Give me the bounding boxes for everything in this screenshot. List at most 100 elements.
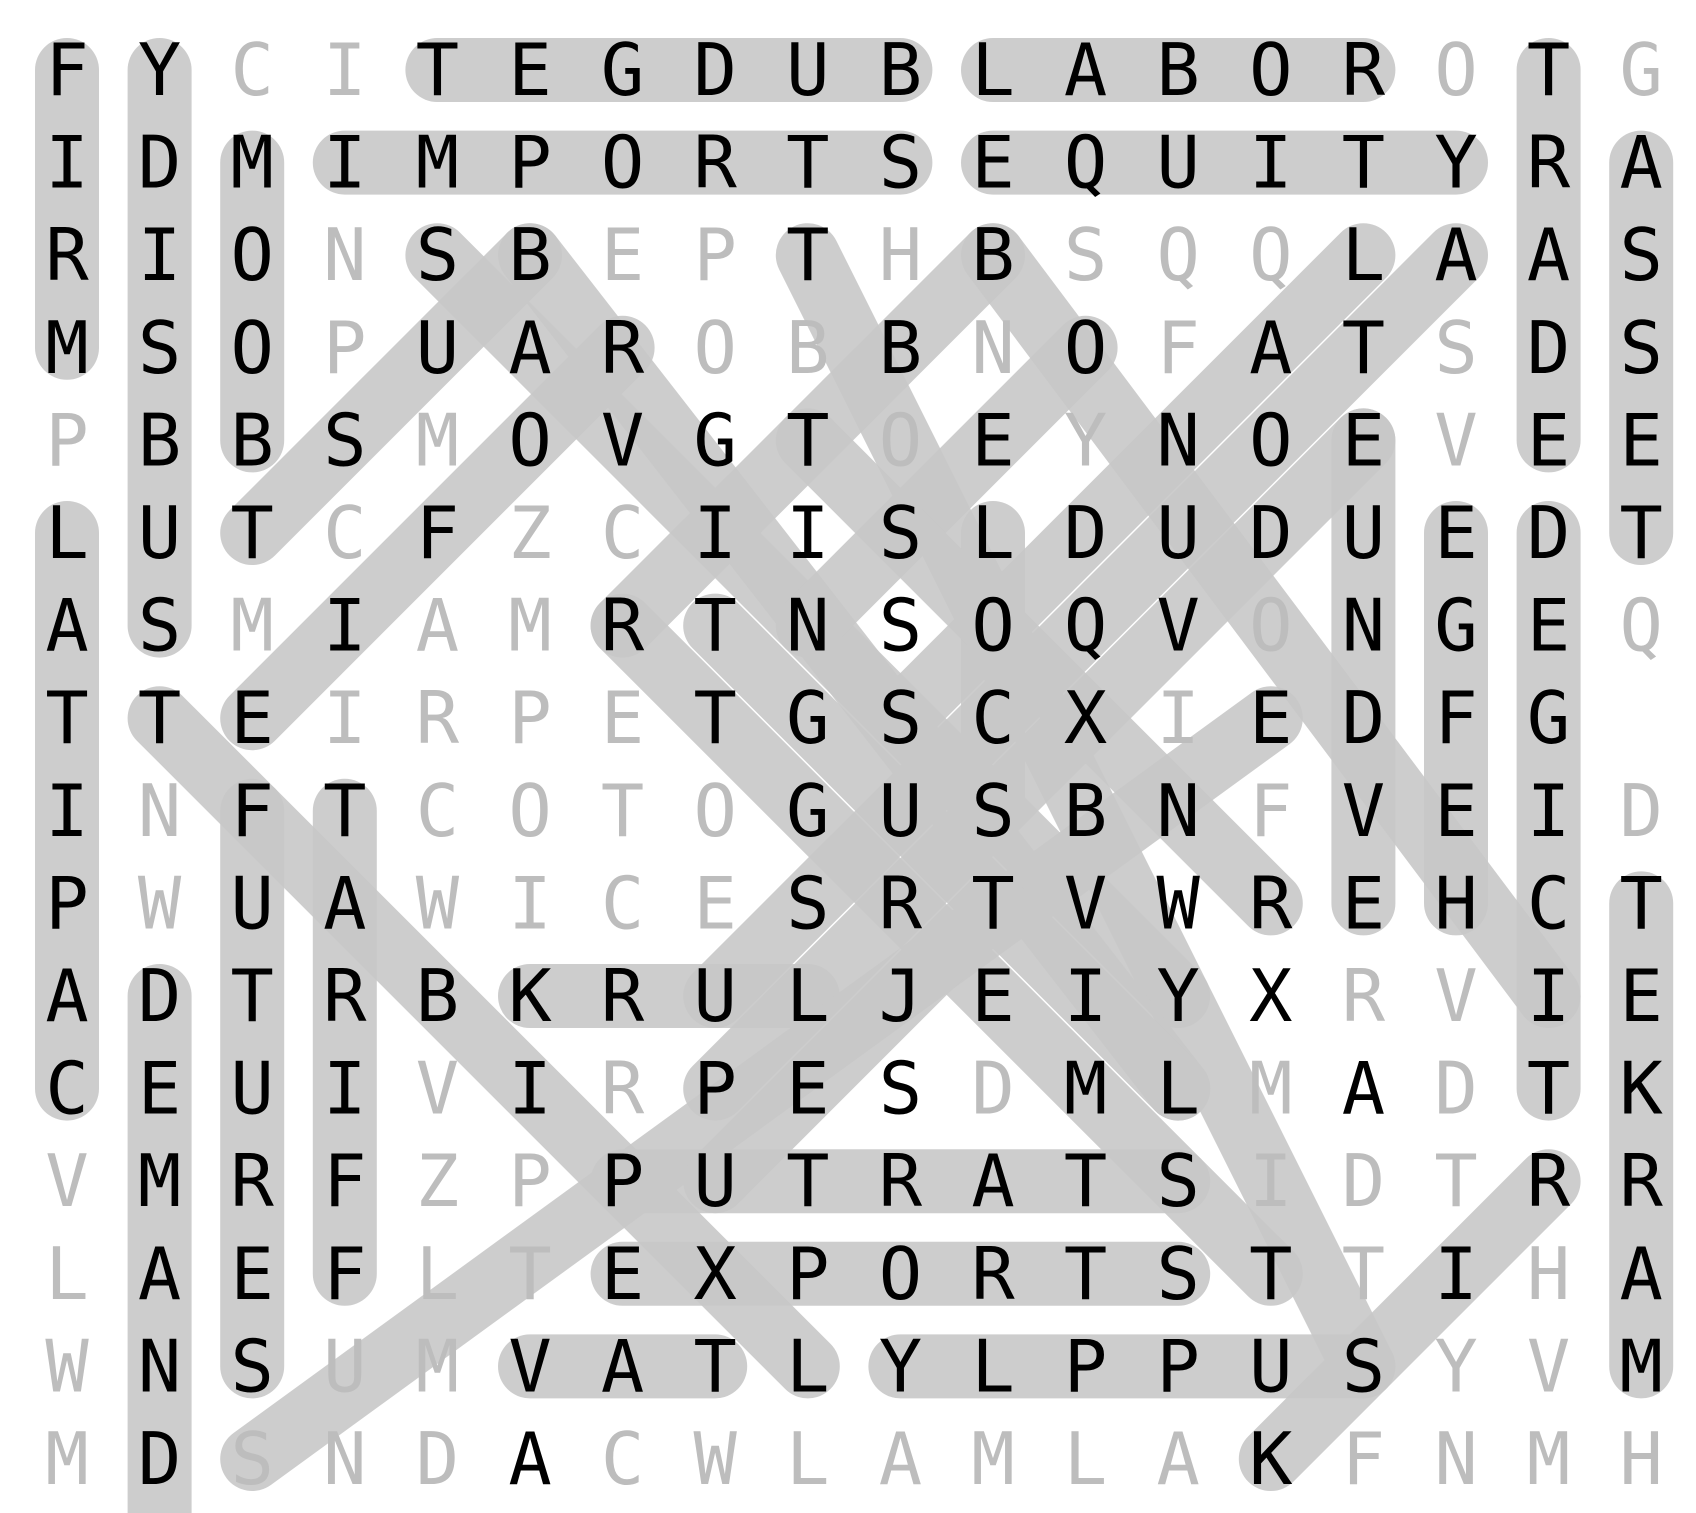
grid-letter: E — [601, 1232, 644, 1316]
grid-letter: L — [786, 1324, 829, 1408]
grid-letter: Y — [1157, 954, 1200, 1038]
grid-letter: E — [971, 121, 1014, 205]
grid-letter: Y — [138, 28, 181, 112]
grid-letter: R — [1527, 1139, 1571, 1223]
grid-letter: P — [508, 121, 551, 205]
grid-letter: O — [231, 213, 274, 297]
grid-letter: F — [45, 28, 88, 112]
grid-letter: C — [601, 861, 644, 945]
grid-letter: C — [601, 491, 644, 575]
grid-letter: M — [231, 121, 274, 205]
grid-letter: W — [45, 1324, 89, 1408]
grid-letter: H — [1434, 861, 1477, 945]
grid-letter: T — [323, 769, 366, 853]
grid-letter: I — [323, 1047, 366, 1131]
grid-letter: T — [1620, 861, 1663, 945]
grid-letter: A — [971, 1139, 1014, 1223]
grid-letter: N — [323, 1417, 366, 1501]
grid-letter: U — [879, 769, 922, 853]
grid-letter: R — [1620, 1139, 1664, 1223]
grid-letter: A — [508, 306, 551, 390]
grid-letter: T — [231, 954, 274, 1038]
grid-letter: P — [323, 306, 366, 390]
grid-letter: A — [601, 1324, 644, 1408]
grid-letter: E — [1620, 954, 1663, 1038]
grid-letter: C — [971, 676, 1014, 760]
grid-letter: P — [694, 213, 737, 297]
grid-letter: M — [231, 584, 274, 668]
grid-letter: G — [1620, 28, 1663, 112]
grid-letter: R — [1342, 28, 1386, 112]
grid-letter: P — [1064, 1324, 1107, 1408]
grid-letter: N — [1157, 769, 1200, 853]
grid-letter: M — [416, 121, 459, 205]
grid-letter: T — [786, 1139, 829, 1223]
grid-letter: M — [508, 584, 551, 668]
grid-letter: S — [416, 213, 459, 297]
grid-letter: D — [1342, 676, 1385, 760]
grid-letter: R — [601, 306, 645, 390]
grid-letter: E — [1342, 398, 1385, 482]
grid-letter: T — [601, 769, 644, 853]
grid-letter: S — [138, 306, 181, 390]
grid-letter: O — [694, 306, 737, 390]
grid-letter: G — [1434, 584, 1477, 668]
grid-letter: O — [1434, 28, 1477, 112]
grid-letter: L — [1342, 213, 1385, 297]
grid-letter: T — [1527, 28, 1570, 112]
grid-letter: B — [508, 213, 551, 297]
grid-letter: G — [694, 398, 737, 482]
grid-letter: A — [1620, 1232, 1663, 1316]
grid-letter: W — [1157, 861, 1201, 945]
grid-letter: U — [231, 1047, 274, 1131]
grid-letter: M — [1064, 1047, 1107, 1131]
grid-letter: E — [601, 676, 644, 760]
grid-letter: T — [231, 491, 274, 575]
grid-letter: T — [508, 1232, 551, 1316]
grid-letter: P — [1157, 1324, 1200, 1408]
grid-letter: I — [45, 769, 88, 853]
grid-letter: M — [416, 1324, 459, 1408]
grid-letter: B — [1064, 769, 1107, 853]
grid-letter: R — [601, 954, 645, 1038]
grid-letter: R — [323, 954, 367, 1038]
grid-letter: U — [1249, 1324, 1292, 1408]
grid-letter: D — [138, 954, 181, 1038]
grid-letter: O — [231, 306, 274, 390]
grid-letter: O — [1249, 584, 1292, 668]
grid-letter: S — [879, 121, 922, 205]
grid-letter: N — [138, 769, 181, 853]
grid-letter: T — [694, 676, 737, 760]
grid-letter: A — [1434, 213, 1477, 297]
grid-letter: B — [416, 954, 459, 1038]
grid-letter: A — [45, 954, 88, 1038]
grid-letter: L — [786, 954, 829, 1038]
grid-letter: I — [786, 491, 829, 575]
grid-letter: B — [879, 306, 922, 390]
grid-letter: G — [786, 769, 829, 853]
grid-letter: I — [1157, 676, 1200, 760]
grid-letter: M — [138, 1139, 181, 1223]
grid-letter: O — [508, 769, 551, 853]
grid-letter: V — [416, 1047, 459, 1131]
grid-letter: D — [138, 1417, 181, 1501]
grid-letter: E — [508, 28, 551, 112]
grid-letter: F — [231, 769, 274, 853]
grid-letter: A — [138, 1232, 181, 1316]
grid-letter: T — [786, 213, 829, 297]
grid-letter: D — [694, 28, 737, 112]
grid-letter: S — [879, 1047, 922, 1131]
grid-letter: F — [1342, 1417, 1385, 1501]
grid-letter: R — [416, 676, 460, 760]
grid-letter: M — [971, 1417, 1014, 1501]
grid-letter: R — [231, 1139, 275, 1223]
grid-letter: Z — [508, 491, 551, 575]
grid-letter: L — [786, 1417, 829, 1501]
grid-letter: X — [1249, 954, 1292, 1038]
grid-letter: L — [1157, 1047, 1200, 1131]
grid-letter: B — [231, 398, 274, 482]
highlight-layer — [35, 38, 1674, 1513]
grid-letter: T — [1434, 1139, 1477, 1223]
grid-letter: A — [879, 1417, 922, 1501]
grid-letter: G — [601, 28, 644, 112]
